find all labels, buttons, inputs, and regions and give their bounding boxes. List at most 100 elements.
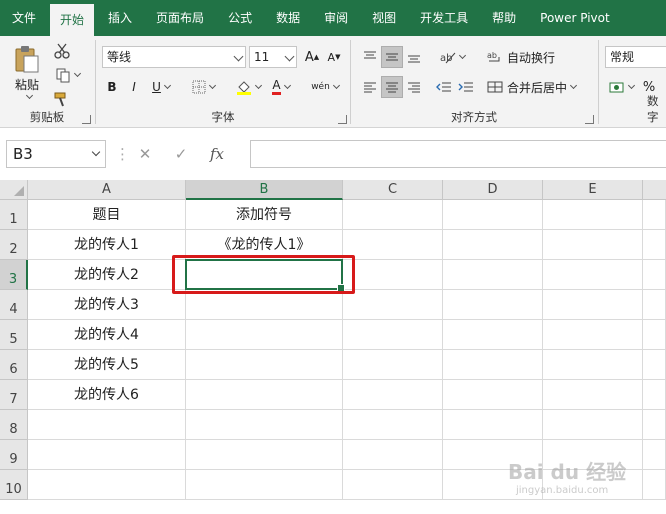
clipboard-launcher-icon[interactable] xyxy=(82,115,91,124)
cell-c6[interactable] xyxy=(343,350,443,380)
row-header-5[interactable]: 5 xyxy=(0,320,28,350)
fill-color-button[interactable] xyxy=(232,76,264,98)
cell-a2[interactable]: 龙的传人1 xyxy=(28,230,186,260)
orientation-button[interactable]: ab xyxy=(435,46,469,68)
cell-c10[interactable] xyxy=(343,470,443,500)
cell-f1[interactable] xyxy=(643,200,666,230)
row-header-7[interactable]: 7 xyxy=(0,380,28,410)
cell-d8[interactable] xyxy=(443,410,543,440)
column-header-a[interactable]: A xyxy=(28,180,186,200)
row-header-10[interactable]: 10 xyxy=(0,470,28,500)
cancel-icon[interactable]: ✕ xyxy=(127,145,163,163)
cell-e3[interactable] xyxy=(543,260,643,290)
tab-insert[interactable]: 插入 xyxy=(96,0,144,36)
cell-d2[interactable] xyxy=(443,230,543,260)
row-header-3[interactable]: 3 xyxy=(0,260,28,290)
select-all-button[interactable] xyxy=(0,180,28,200)
cell-d7[interactable] xyxy=(443,380,543,410)
tab-view[interactable]: 视图 xyxy=(360,0,408,36)
cell-b4[interactable] xyxy=(186,290,343,320)
align-middle-button[interactable] xyxy=(381,46,403,68)
underline-button[interactable]: U xyxy=(146,76,176,98)
insert-function-icon[interactable]: fx xyxy=(199,145,235,163)
bold-button[interactable]: B xyxy=(102,76,122,98)
row-header-2[interactable]: 2 xyxy=(0,230,28,260)
font-launcher-icon[interactable] xyxy=(338,115,347,124)
cell-c5[interactable] xyxy=(343,320,443,350)
cell-c1[interactable] xyxy=(343,200,443,230)
cell-d6[interactable] xyxy=(443,350,543,380)
copy-button[interactable] xyxy=(52,64,82,86)
cell-c4[interactable] xyxy=(343,290,443,320)
wrap-text-button[interactable]: ab 自动换行 xyxy=(487,46,581,68)
font-size-combo[interactable]: 11 xyxy=(249,46,297,68)
cell-a3[interactable]: 龙的传人2 xyxy=(28,260,186,290)
cell-f4[interactable] xyxy=(643,290,666,320)
cell-b6[interactable] xyxy=(186,350,343,380)
align-top-button[interactable] xyxy=(359,46,381,68)
row-header-4[interactable]: 4 xyxy=(0,290,28,320)
cell-a10[interactable] xyxy=(28,470,186,500)
cell-d4[interactable] xyxy=(443,290,543,320)
tab-page-layout[interactable]: 页面布局 xyxy=(144,0,216,36)
cell-a4[interactable]: 龙的传人3 xyxy=(28,290,186,320)
number-format-combo[interactable]: 常规 xyxy=(605,46,666,68)
paste-button[interactable]: 粘贴 xyxy=(8,40,46,104)
cell-c8[interactable] xyxy=(343,410,443,440)
cell-a6[interactable]: 龙的传人5 xyxy=(28,350,186,380)
cell-a9[interactable] xyxy=(28,440,186,470)
cell-d5[interactable] xyxy=(443,320,543,350)
decrease-indent-button[interactable] xyxy=(433,76,455,98)
column-header-e[interactable]: E xyxy=(543,180,643,200)
cell-e6[interactable] xyxy=(543,350,643,380)
cell-b1[interactable]: 添加符号 xyxy=(186,200,343,230)
row-header-1[interactable]: 1 xyxy=(0,200,28,230)
cell-f2[interactable] xyxy=(643,230,666,260)
grow-font-button[interactable]: A ▲ xyxy=(302,46,322,68)
align-right-button[interactable] xyxy=(403,76,425,98)
cell-c7[interactable] xyxy=(343,380,443,410)
align-center-button[interactable] xyxy=(381,76,403,98)
cell-e5[interactable] xyxy=(543,320,643,350)
cell-f3[interactable] xyxy=(643,260,666,290)
column-header-d[interactable]: D xyxy=(443,180,543,200)
italic-button[interactable]: I xyxy=(124,76,144,98)
row-header-6[interactable]: 6 xyxy=(0,350,28,380)
align-left-button[interactable] xyxy=(359,76,381,98)
cell-d3[interactable] xyxy=(443,260,543,290)
cell-e8[interactable] xyxy=(543,410,643,440)
cell-f7[interactable] xyxy=(643,380,666,410)
row-header-8[interactable]: 8 xyxy=(0,410,28,440)
font-name-combo[interactable]: 等线 xyxy=(102,46,246,68)
cell-b10[interactable] xyxy=(186,470,343,500)
tab-formulas[interactable]: 公式 xyxy=(216,0,264,36)
tab-home[interactable]: 开始 xyxy=(50,4,95,36)
cell-f5[interactable] xyxy=(643,320,666,350)
column-header-b[interactable]: B xyxy=(186,180,343,200)
cell-a1[interactable]: 题目 xyxy=(28,200,186,230)
column-header-c[interactable]: C xyxy=(343,180,443,200)
cell-c2[interactable] xyxy=(343,230,443,260)
cell-e4[interactable] xyxy=(543,290,643,320)
cell-a5[interactable]: 龙的传人4 xyxy=(28,320,186,350)
cut-button[interactable] xyxy=(52,40,72,62)
cell-b5[interactable] xyxy=(186,320,343,350)
cell-a8[interactable] xyxy=(28,410,186,440)
merge-center-button[interactable]: 合并后居中 xyxy=(487,76,587,98)
shrink-font-button[interactable]: A ▼ xyxy=(324,46,344,68)
alignment-launcher-icon[interactable] xyxy=(585,115,594,124)
confirm-icon[interactable]: ✓ xyxy=(163,145,199,163)
align-bottom-button[interactable] xyxy=(403,46,425,68)
tab-power-pivot[interactable]: Power Pivot xyxy=(528,0,622,36)
cell-c9[interactable] xyxy=(343,440,443,470)
cell-e1[interactable] xyxy=(543,200,643,230)
cell-f8[interactable] xyxy=(643,410,666,440)
format-painter-button[interactable] xyxy=(52,88,72,110)
borders-button[interactable] xyxy=(188,76,218,98)
name-box[interactable]: B3 xyxy=(6,140,106,168)
tab-help[interactable]: 帮助 xyxy=(480,0,528,36)
cell-f6[interactable] xyxy=(643,350,666,380)
tab-developer[interactable]: 开发工具 xyxy=(408,0,480,36)
formula-input[interactable] xyxy=(250,140,666,168)
font-color-button[interactable]: A xyxy=(266,76,296,98)
